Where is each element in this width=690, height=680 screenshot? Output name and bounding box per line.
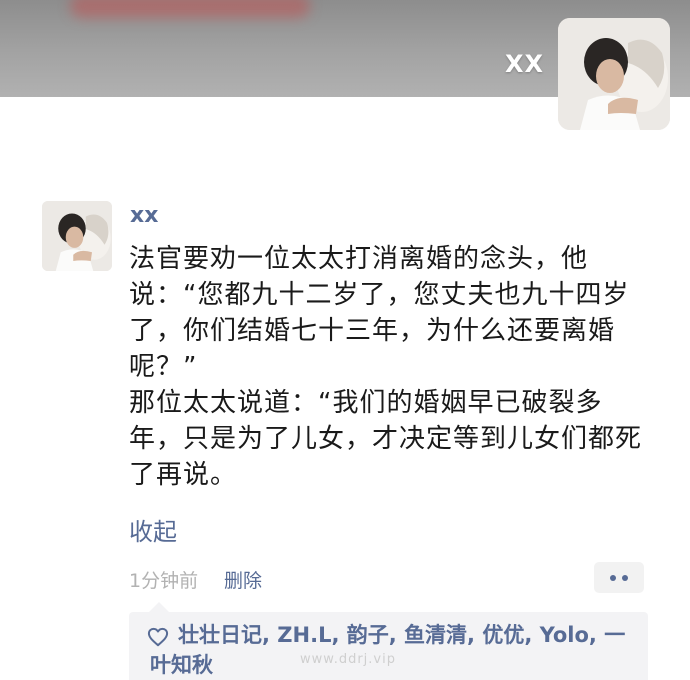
cover-decoration — [70, 0, 310, 18]
more-dot-icon — [622, 574, 628, 581]
post-author-name[interactable]: xx — [130, 203, 158, 228]
profile-avatar[interactable] — [558, 18, 670, 130]
post-timestamp: 1分钟前 — [129, 570, 199, 592]
post-paragraph: 那位太太说道：“我们的婚姻早已破裂多年，只是为了儿女，才决定等到儿女们都死了再说… — [129, 388, 643, 490]
post-author-avatar[interactable] — [42, 201, 112, 271]
more-options-button[interactable] — [594, 562, 644, 593]
liked-users-list[interactable]: 壮壮日记, ZH.L, 韵子, 鱼清清, 优优, Yolo, 一叶知秋 — [150, 620, 645, 680]
watermark: www.ddrj.vip — [300, 652, 396, 667]
collapse-link[interactable]: 收起 — [129, 512, 177, 547]
delete-button[interactable]: 删除 — [224, 566, 262, 593]
profile-user-name: XX — [504, 50, 544, 78]
post-content: 法官要劝一位太太打消离婚的念头，他说：“您都九十二岁了，您丈夫也九十四岁了，你们… — [129, 241, 649, 493]
more-dot-icon — [610, 574, 616, 581]
post-paragraph: 法官要劝一位太太打消离婚的念头，他说：“您都九十二岁了，您丈夫也九十四岁了，你们… — [129, 244, 630, 382]
